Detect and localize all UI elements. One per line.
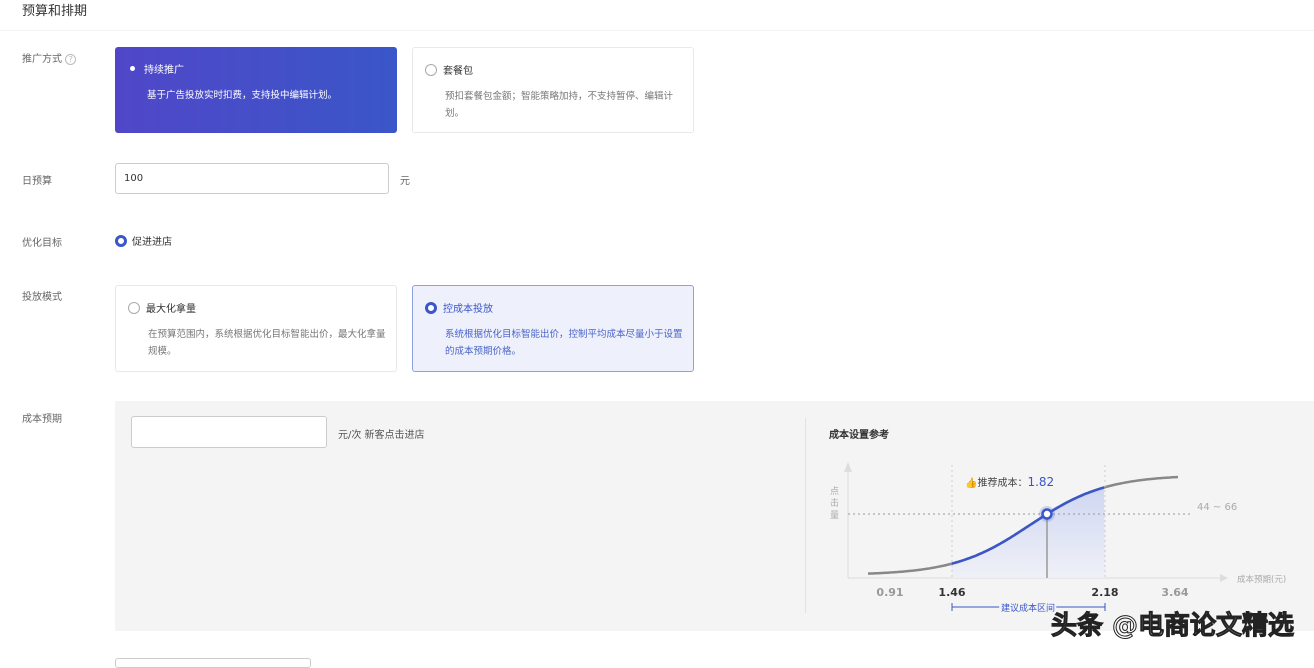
x-axis-label: 成本预期(元): [1237, 574, 1286, 585]
next-input-partial[interactable]: [115, 658, 311, 668]
x-tick-label: 0.91: [876, 586, 903, 599]
suggested-range-label: 建议成本区间: [1001, 602, 1055, 614]
y-range-label: 44 ~ 66: [1197, 502, 1237, 513]
recommended-point: [1041, 508, 1053, 520]
recommended-label: 👍推荐成本：1.82: [965, 475, 1054, 489]
y-axis-arrow: [844, 462, 852, 472]
x-tick-label: 1.46: [938, 586, 965, 599]
x-tick-label: 2.18: [1091, 586, 1118, 599]
x-tick-label: 3.64: [1161, 586, 1188, 599]
watermark: 头条 @电商论文精选: [1050, 611, 1294, 642]
suggested-area: [952, 487, 1105, 578]
y-axis-label: 点击量: [829, 487, 839, 521]
thumb-up-icon: 👍: [965, 476, 977, 489]
cost-chart: 0.91 1.46 2.18 3.64 44 ~ 66 成本预期(元) 👍推荐成本：1…: [844, 462, 1286, 616]
x-axis-arrow: [1220, 574, 1228, 582]
